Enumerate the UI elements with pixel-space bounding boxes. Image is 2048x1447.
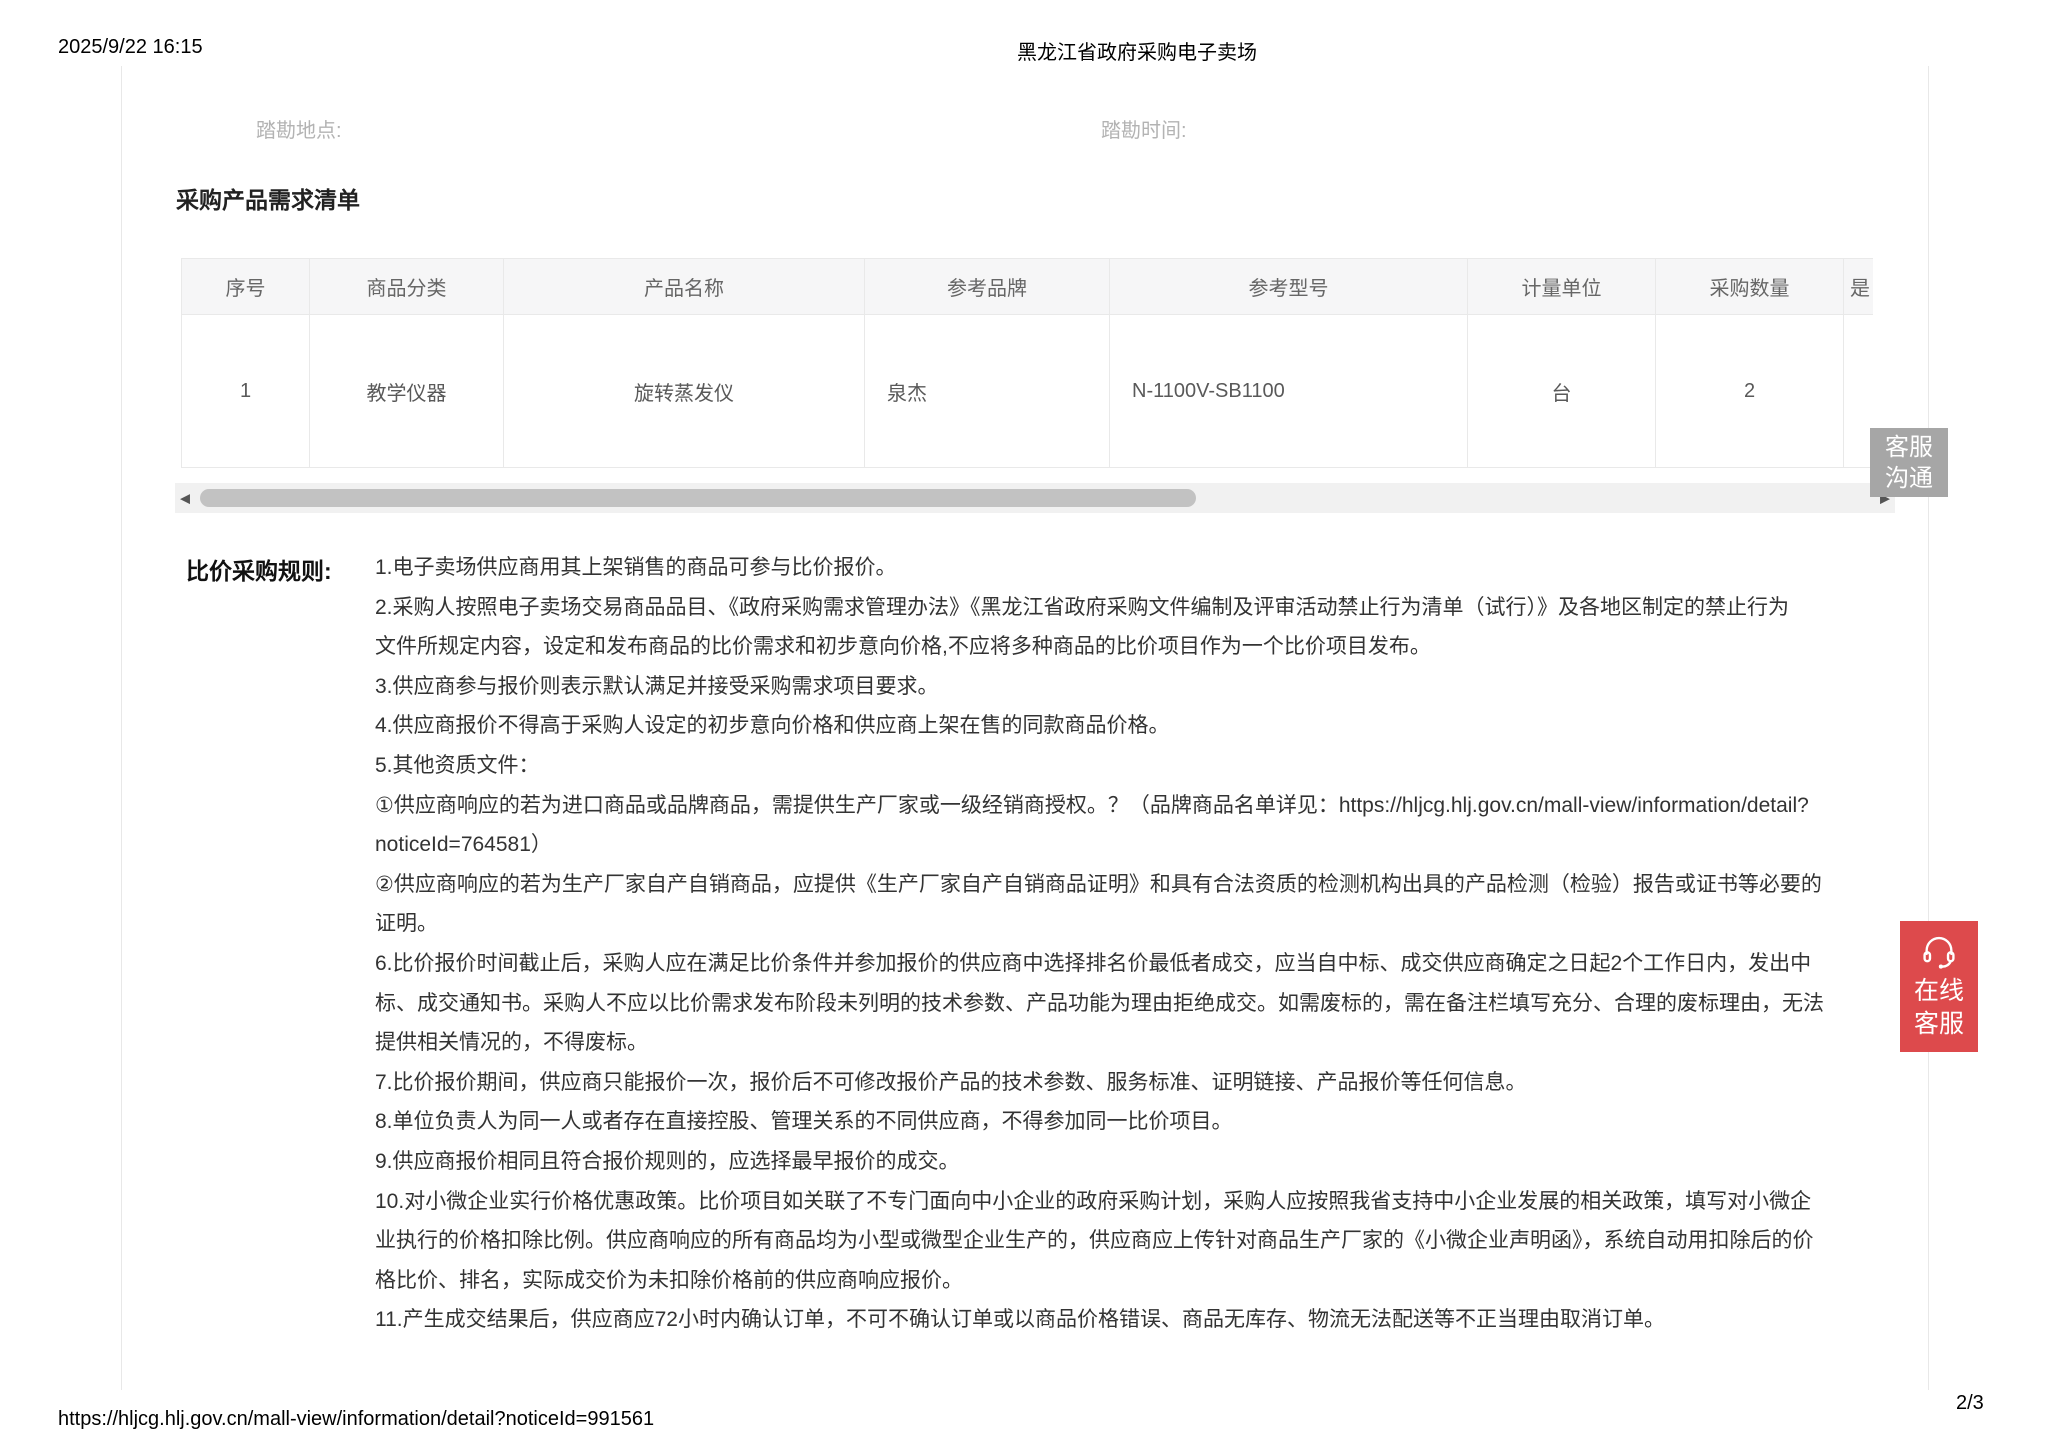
online-service-line1: 在线 — [1900, 975, 1978, 1008]
online-service-line2: 客服 — [1900, 1008, 1978, 1041]
horizontal-scrollbar[interactable]: ◀ ▶ — [175, 483, 1895, 513]
page-left-border — [121, 66, 122, 1390]
rules-line: 11.产生成交结果后，供应商应72小时内确认订单，不可不确认订单或以商品价格错误… — [375, 1300, 1824, 1340]
rules-label: 比价采购规则: — [186, 552, 332, 586]
cell-seq: 1 — [182, 315, 310, 468]
rules-line: 3.供应商参与报价则表示默认满足并接受采购需求项目要求。 — [375, 667, 1824, 707]
scroll-left-arrow-icon[interactable]: ◀ — [180, 492, 190, 505]
rules-line: ①供应商响应的若为进口商品或品牌商品，需提供生产厂家或一级经销商授权。？（品牌商… — [375, 786, 1824, 826]
online-service-button[interactable]: 在线 客服 — [1900, 921, 1978, 1052]
rules-line: 10.对小微企业实行价格优惠政策。比价项目如关联了不专门面向中小企业的政府采购计… — [375, 1182, 1824, 1222]
table-header-row: 序号 商品分类 产品名称 参考品牌 参考型号 计量单位 采购数量 是 — [182, 259, 1873, 315]
cell-clipped — [1844, 315, 1873, 468]
column-header-brand: 参考品牌 — [865, 259, 1110, 315]
rules-line: 4.供应商报价不得高于采购人设定的初步意向价格和供应商上架在售的同款商品价格。 — [375, 706, 1824, 746]
cell-product: 旋转蒸发仪 — [504, 315, 865, 468]
rules-line: 证明。 — [375, 904, 1824, 944]
table-row: 1 教学仪器 旋转蒸发仪 泉杰 N-1100V-SB1100 台 2 — [182, 315, 1873, 468]
rules-line: 提供相关情况的，不得废标。 — [375, 1023, 1824, 1063]
product-table: 序号 商品分类 产品名称 参考品牌 参考型号 计量单位 采购数量 是 1 教学仪… — [181, 258, 1873, 468]
column-header-quantity: 采购数量 — [1656, 259, 1844, 315]
survey-time-label: 踏勘时间: — [1101, 114, 1187, 143]
section-title: 采购产品需求清单 — [176, 181, 360, 215]
chat-button-line1: 客服 — [1870, 432, 1948, 463]
column-header-seq: 序号 — [182, 259, 310, 315]
cell-category: 教学仪器 — [310, 315, 504, 468]
cell-quantity: 2 — [1656, 315, 1844, 468]
page-right-border — [1928, 66, 1929, 1390]
rules-line: 6.比价报价时间截止后，采购人应在满足比价条件并参加报价的供应商中选择排名价最低… — [375, 944, 1824, 984]
scrollbar-thumb[interactable] — [200, 489, 1196, 507]
rules-line: 1.电子卖场供应商用其上架销售的商品可参与比价报价。 — [375, 548, 1824, 588]
survey-location-label: 踏勘地点: — [256, 114, 342, 143]
rules-text: 1.电子卖场供应商用其上架销售的商品可参与比价报价。2.采购人按照电子卖场交易商… — [375, 548, 1824, 1340]
column-header-unit: 计量单位 — [1468, 259, 1656, 315]
print-footer-page: 2/3 — [1956, 1392, 1984, 1415]
rules-line: 9.供应商报价相同且符合报价规则的，应选择最早报价的成交。 — [375, 1142, 1824, 1182]
print-footer-url: https://hljcg.hlj.gov.cn/mall-view/infor… — [58, 1408, 654, 1431]
rules-line: ②供应商响应的若为生产厂家自产自销商品，应提供《生产厂家自产自销商品证明》和具有… — [375, 865, 1824, 905]
headset-icon — [1920, 933, 1958, 971]
rules-line: 文件所规定内容，设定和发布商品的比价需求和初步意向价格,不应将多种商品的比价项目… — [375, 627, 1824, 667]
customer-service-chat-button[interactable]: 客服 沟通 — [1870, 428, 1948, 497]
print-header-title: 黑龙江省政府采购电子卖场 — [1017, 36, 1257, 65]
column-header-model: 参考型号 — [1110, 259, 1468, 315]
rules-line: 5.其他资质文件： — [375, 746, 1824, 786]
rules-line: 8.单位负责人为同一人或者存在直接控股、管理关系的不同供应商，不得参加同一比价项… — [375, 1102, 1824, 1142]
column-header-category: 商品分类 — [310, 259, 504, 315]
print-header-datetime: 2025/9/22 16:15 — [58, 36, 203, 59]
cell-model: N-1100V-SB1100 — [1110, 315, 1468, 468]
rules-line: noticeId=764581） — [375, 825, 1824, 865]
cell-brand: 泉杰 — [865, 315, 1110, 468]
rules-line: 7.比价报价期间，供应商只能报价一次，报价后不可修改报价产品的技术参数、服务标准… — [375, 1063, 1824, 1103]
print-preview-page: 2025/9/22 16:15 黑龙江省政府采购电子卖场 踏勘地点: 踏勘时间:… — [0, 0, 2048, 1447]
rules-line: 标、成交通知书。采购人不应以比价需求发布阶段未列明的技术参数、产品功能为理由拒绝… — [375, 984, 1824, 1024]
column-header-product: 产品名称 — [504, 259, 865, 315]
rules-line: 业执行的价格扣除比例。供应商响应的所有商品均为小型或微型企业生产的，供应商应上传… — [375, 1221, 1824, 1261]
rules-line: 2.采购人按照电子卖场交易商品品目、《政府采购需求管理办法》《黑龙江省政府采购文… — [375, 588, 1824, 628]
cell-unit: 台 — [1468, 315, 1656, 468]
chat-button-line2: 沟通 — [1870, 463, 1948, 494]
column-header-clipped: 是 — [1844, 259, 1873, 315]
rules-line: 格比价、排名，实际成交价为未扣除价格前的供应商响应报价。 — [375, 1261, 1824, 1301]
